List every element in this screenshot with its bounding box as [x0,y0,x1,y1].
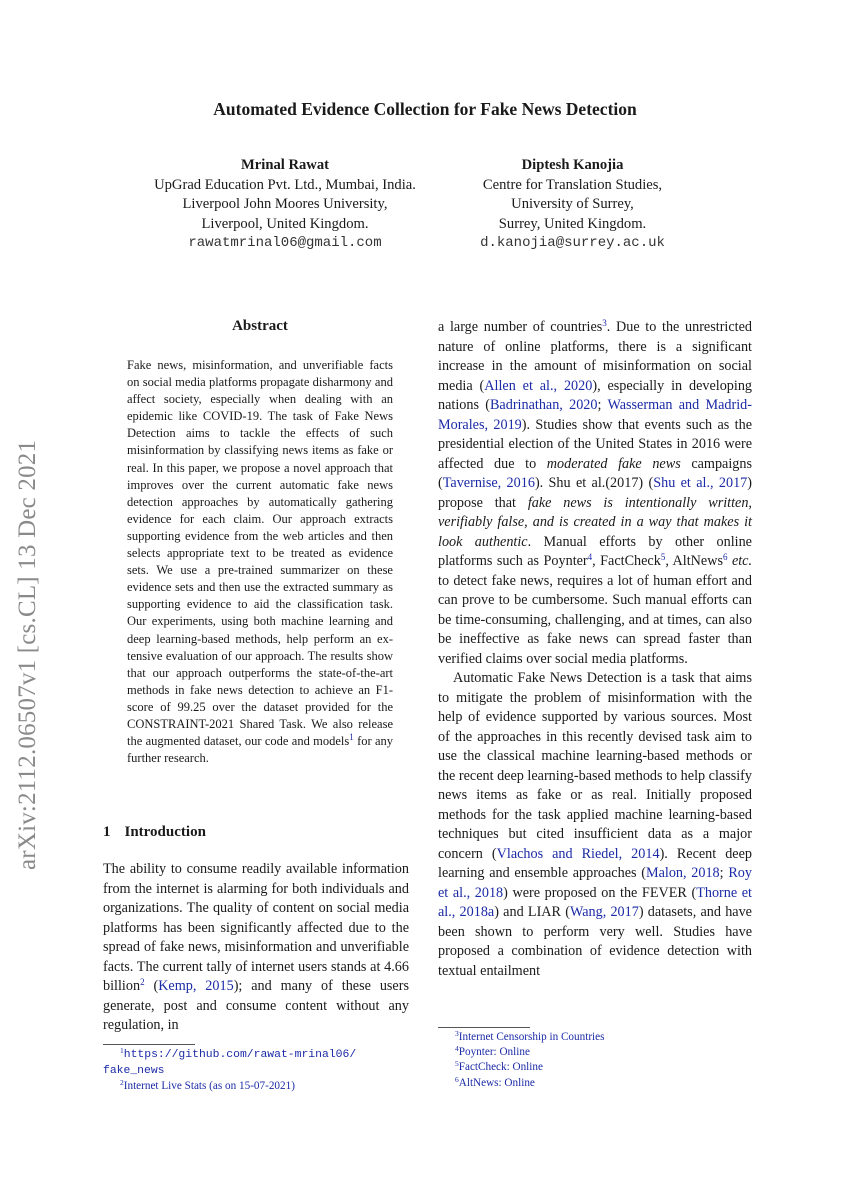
paragraph: Automatic Fake News Detection is a task … [438,669,752,981]
footnote-1-continuation: fake_news [103,1063,423,1079]
footnote-link[interactable]: fake_news [103,1065,165,1077]
paper-title: Automated Evidence Collection for Fake N… [213,99,637,119]
body-text: The ability to consume readily available… [103,861,409,994]
author-affiliation: University of Surrey, [511,196,634,213]
footnotes-left: 1https://github.com/rawat-mrinal06/ fake… [103,1047,423,1095]
citation-link[interactable]: Vlachos and Riedel, 2014 [497,846,660,862]
footnote-1: 1https://github.com/rawat-mrinal06/ [103,1047,423,1063]
author-block-1: Mrinal Rawat UpGrad Education Pvt. Ltd.,… [110,156,460,254]
body-text: a large number of countries [438,319,603,335]
arxiv-identifier-stamp: arXiv:2112.06507v1 [cs.CL] 13 Dec 2021 [14,439,41,870]
section-number: 1 [103,824,111,840]
author-email[interactable]: rawatmrinal06@gmail.com [110,234,460,254]
citation-link[interactable]: Shu et al., 2017 [653,475,747,491]
footnote-link[interactable]: Internet Censorship in Countries [459,1031,605,1043]
footnotes-right: 3Internet Censorship in Countries 4Poynt… [438,1030,758,1091]
footnote-3: 3Internet Censorship in Countries [438,1030,758,1045]
intro-paragraphs-right: a large number of countries3. Due to the… [438,318,752,981]
citation-link[interactable]: Wang, 2017 [570,904,639,920]
section-heading-introduction: 1 Introduction [103,824,206,841]
footnote-link[interactable]: Poynter: Online [459,1046,530,1058]
body-text: , FactCheck [592,553,661,569]
author-email[interactable]: d.kanojia@surrey.ac.uk [445,234,700,254]
footnote-4: 4Poynter: Online [438,1045,758,1060]
footnote-divider [103,1044,195,1045]
author-affiliation: Centre for Translation Studies, [482,176,663,193]
footnote-link[interactable]: https://github.com/rawat-mrinal06/ [124,1049,356,1061]
author-affiliation: Liverpool, United Kingdom. [201,215,369,232]
footnote-link[interactable]: Internet Live Stats (as on 15-07-2021) [124,1080,295,1092]
author-affiliation: UpGrad Education Pvt. Ltd., Mumbai, Indi… [154,176,416,193]
abstract-body: Fake news, misinformation, and unverifi­… [127,357,393,767]
body-text: , AltNews [665,553,723,569]
citation-link[interactable]: Allen et al., 2020 [484,378,592,394]
citation-link[interactable]: Badrinathan, 2020 [490,397,598,413]
author-name: Mrinal Rawat [241,157,329,173]
author-block-2: Diptesh Kanojia Centre for Translation S… [445,156,700,254]
emphasis-text: moder­ated fake news [546,455,681,472]
footnote-link[interactable]: FactCheck: Online [459,1061,543,1073]
footnote-link[interactable]: AltNews: Online [459,1077,535,1089]
author-affiliation: Surrey, United Kingdom. [498,215,647,232]
body-text: ). Shu et al.(2017) ( [534,475,654,491]
citation-link[interactable]: Malon, 2018 [646,865,720,881]
footnote-2: 2Internet Live Stats (as on 15-07-2021) [103,1079,423,1094]
section-title: Introduction [124,824,206,840]
citation-link[interactable]: Kemp, 2015 [158,978,234,994]
body-text: ) were proposed on the FEVER ( [503,884,697,901]
author-name: Diptesh Kanojia [521,157,624,173]
paragraph: a large number of countries3. Due to the… [438,318,752,669]
citation-link[interactable]: Tavernise, 2016 [443,475,535,491]
author-affiliation: Liverpool John Moores University, [182,196,388,213]
body-text: ( [144,978,159,994]
footnote-divider [438,1027,530,1028]
intro-paragraph-left: The ability to consume readily available… [103,860,409,1036]
footnote-5: 5FactCheck: Online [438,1060,758,1075]
body-text: to detect fake news, requires a lot of h… [438,572,752,667]
emphasis-text: etc. [731,553,753,569]
footnote-6: 6AltNews: Online [438,1075,758,1091]
abstract-text: Fake news, misinformation, and unverifi­… [127,358,393,749]
body-text: ) and LIAR ( [494,904,570,920]
abstract-heading: Abstract [232,318,288,334]
body-text: Automatic Fake News Detection is a task … [438,670,752,862]
body-text: ; [597,397,608,413]
